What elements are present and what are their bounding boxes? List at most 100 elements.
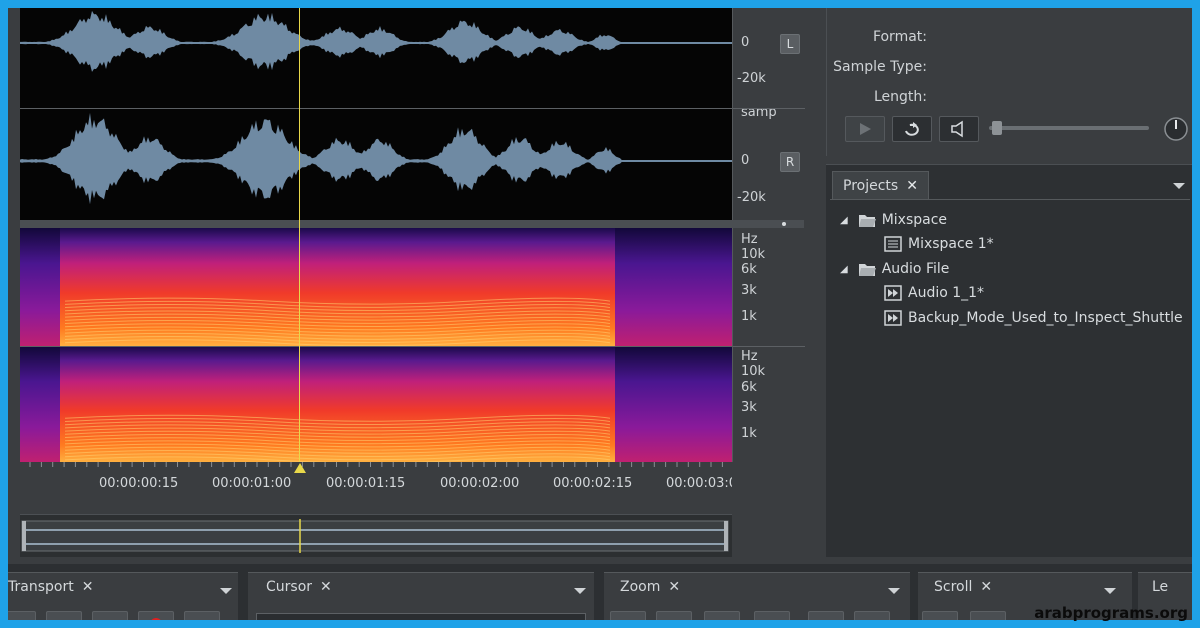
zoom-out-button[interactable] bbox=[656, 611, 692, 620]
preview-volume-slider[interactable] bbox=[989, 121, 1149, 135]
zoom-header[interactable]: Zoom ✕ bbox=[620, 579, 680, 595]
panel-title: Zoom bbox=[620, 579, 661, 595]
close-icon[interactable]: ✕ bbox=[82, 579, 94, 595]
length-label: Length: bbox=[873, 89, 927, 105]
freq-label: 10k bbox=[741, 247, 766, 262]
tree-item-mixspace-1[interactable]: Mixspace 1* bbox=[884, 236, 994, 252]
panel-title: Cursor bbox=[266, 579, 313, 595]
audio-editor-window: 0 -20k samp 0 -20k L R Hz 10k 6k 3k 1k H… bbox=[8, 8, 1192, 620]
close-icon[interactable]: ✕ bbox=[980, 579, 992, 595]
freq-label: 10k bbox=[741, 364, 766, 379]
freq-label: 3k bbox=[741, 283, 757, 298]
loop-icon bbox=[905, 122, 919, 136]
levels-header[interactable]: Le bbox=[1152, 579, 1168, 595]
transport-header[interactable]: Transport ✕ bbox=[8, 579, 93, 595]
timeline-tick-label: 00:00:00:15 bbox=[99, 476, 179, 491]
frequency-scale: Hz 10k 6k 3k 1k Hz 10k 6k 3k 1k bbox=[732, 228, 805, 462]
tree-item-label: Audio 1_1* bbox=[908, 285, 985, 301]
tree-item-label: Mixspace 1* bbox=[908, 236, 994, 252]
chevron-down-icon[interactable] bbox=[888, 588, 900, 594]
timeline-tick-label: 00:00:02:15 bbox=[553, 476, 633, 491]
record-button[interactable] bbox=[138, 611, 174, 620]
tree-item-backup-mode[interactable]: Backup_Mode_Used_to_Inspect_Shuttle bbox=[884, 310, 1183, 326]
speaker-icon bbox=[951, 120, 963, 138]
waveform-view[interactable] bbox=[20, 8, 732, 220]
preview-loop-button[interactable] bbox=[892, 116, 932, 142]
cursor-position-field[interactable] bbox=[256, 613, 586, 620]
ruler-ticks bbox=[29, 462, 723, 467]
scale-label-zero-left: 0 bbox=[741, 35, 750, 50]
right-channel-waveform[interactable] bbox=[20, 109, 732, 220]
hz-unit-bottom: Hz bbox=[741, 349, 758, 364]
watermark: arabprograms.org bbox=[1034, 604, 1188, 622]
chevron-down-icon[interactable] bbox=[1104, 588, 1116, 594]
record-icon bbox=[150, 618, 162, 620]
timeline-tick-label: 00:00:01:00 bbox=[212, 476, 292, 491]
scroll-header[interactable]: Scroll ✕ bbox=[934, 579, 992, 595]
freq-label: 1k bbox=[741, 309, 757, 324]
timeline-ruler[interactable]: 00:00:00:15 00:00:01:00 00:00:01:15 00:0… bbox=[20, 462, 732, 508]
chevron-down-icon[interactable] bbox=[574, 588, 586, 594]
left-channel-waveform[interactable] bbox=[20, 8, 732, 108]
view-splitter[interactable] bbox=[20, 220, 804, 228]
folder-open-icon bbox=[858, 264, 876, 276]
zoom-selection-button[interactable] bbox=[754, 611, 790, 620]
playhead-line[interactable] bbox=[299, 8, 300, 462]
freq-label: 6k bbox=[741, 262, 757, 277]
scroll-forward-button[interactable] bbox=[922, 611, 958, 620]
projects-panel: Projects ✕ ◢ Mixspace Mixspace 1* ◢ Audio… bbox=[826, 164, 1192, 557]
scale-label-zero-right: 0 bbox=[741, 153, 750, 168]
close-icon[interactable]: ✕ bbox=[906, 178, 918, 194]
tab-label: Projects bbox=[843, 178, 899, 194]
left-channel-button[interactable]: L bbox=[780, 34, 800, 54]
play-button[interactable] bbox=[46, 611, 82, 620]
freq-label: 1k bbox=[741, 426, 757, 441]
pause-button[interactable] bbox=[92, 611, 128, 620]
zoom-in-button[interactable] bbox=[610, 611, 646, 620]
panel-menu-chevron-down-icon[interactable] bbox=[1173, 183, 1185, 189]
preview-play-button[interactable] bbox=[845, 116, 885, 142]
overview-waveform[interactable] bbox=[20, 519, 732, 553]
timeline-tick-label: 00:00:01:15 bbox=[326, 476, 406, 491]
tree-item-audio-1-1[interactable]: Audio 1_1* bbox=[884, 285, 984, 301]
tree-item-label: Backup_Mode_Used_to_Inspect_Shuttle bbox=[908, 310, 1183, 326]
play-icon bbox=[860, 123, 871, 135]
panel-title: Scroll bbox=[934, 579, 973, 595]
cursor-panel: Cursor ✕ bbox=[248, 572, 594, 620]
folder-open-icon bbox=[858, 215, 876, 227]
hz-unit-top: Hz bbox=[741, 232, 758, 247]
tree-folder-mixspace[interactable]: ◢ Mixspace bbox=[840, 212, 947, 228]
sample-type-label: Sample Type: bbox=[833, 59, 927, 75]
zoom-vertical-in-button[interactable] bbox=[808, 611, 844, 620]
right-channel-button[interactable]: R bbox=[780, 152, 800, 172]
bottom-spectrogram[interactable] bbox=[20, 347, 732, 462]
audio-file-icon bbox=[884, 310, 902, 326]
volume-slider-thumb[interactable] bbox=[992, 121, 1002, 135]
volume-knob-icon[interactable] bbox=[1163, 116, 1189, 142]
overview-navigator[interactable] bbox=[20, 514, 732, 557]
close-icon[interactable]: ✕ bbox=[668, 579, 680, 595]
chevron-down-icon[interactable] bbox=[220, 588, 232, 594]
scale-label-min-left: -20k bbox=[737, 71, 766, 86]
top-spectrogram[interactable] bbox=[20, 228, 732, 346]
cursor-header[interactable]: Cursor ✕ bbox=[266, 579, 332, 595]
scroll-back-button[interactable] bbox=[970, 611, 1006, 620]
tree-folder-audio-file[interactable]: ◢ Audio File bbox=[840, 261, 949, 277]
timeline-tick-label: 00:00:03:00 bbox=[666, 476, 732, 491]
expand-arrow-icon[interactable]: ◢ bbox=[840, 264, 848, 275]
preview-speaker-button[interactable] bbox=[939, 116, 979, 142]
tree-item-label: Audio File bbox=[881, 261, 950, 277]
panel-title: Transport bbox=[8, 579, 74, 595]
playhead-marker-icon[interactable] bbox=[293, 462, 307, 474]
zoom-fit-button[interactable] bbox=[704, 611, 740, 620]
timeline-tick-label: 00:00:02:00 bbox=[440, 476, 520, 491]
expand-arrow-icon[interactable]: ◢ bbox=[840, 215, 848, 226]
splitter-handle-icon[interactable] bbox=[782, 222, 786, 226]
rewind-button[interactable] bbox=[8, 611, 36, 620]
loop-button[interactable] bbox=[184, 611, 220, 620]
tab-projects[interactable]: Projects ✕ bbox=[832, 171, 929, 200]
close-icon[interactable]: ✕ bbox=[320, 579, 332, 595]
format-label: Format: bbox=[872, 29, 927, 45]
file-properties-panel: Format: Sample Type: Length: bbox=[826, 8, 1192, 156]
zoom-vertical-out-button[interactable] bbox=[854, 611, 890, 620]
